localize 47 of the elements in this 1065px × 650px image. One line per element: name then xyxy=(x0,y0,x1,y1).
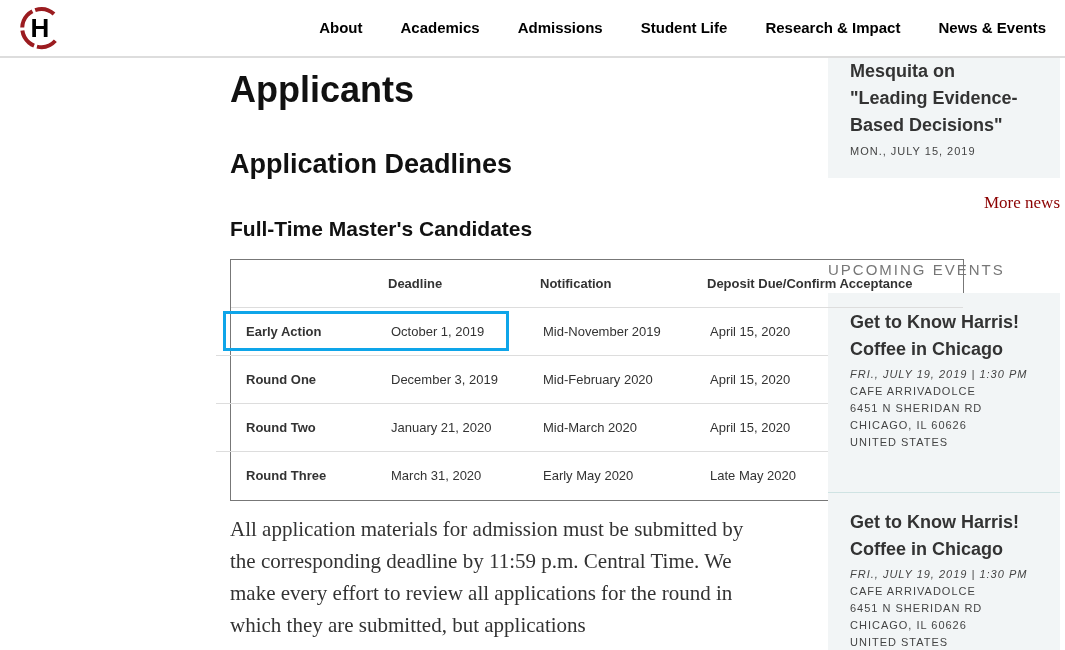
table-cell-text: Mid-February 2020 xyxy=(543,370,654,389)
column-header: Deadline xyxy=(388,274,443,293)
nav-link[interactable]: About xyxy=(319,16,363,40)
nav-link[interactable]: Academics xyxy=(400,16,480,40)
event-address-line: UNITED STATES xyxy=(850,434,949,450)
event-address-line: CAFE ARRIVADOLCE xyxy=(850,383,976,399)
table-cell-text: April 15, 2020 xyxy=(710,370,791,389)
table-cell-text: Mid-November 2019 xyxy=(543,322,662,341)
table-cell-text: Early Action xyxy=(245,322,323,341)
event-title: Get to Know Harris! Coffee in Chicago xyxy=(850,510,1020,561)
table-cell-text: Round Two xyxy=(245,418,317,437)
event-address-line: 6451 N SHERIDAN RD xyxy=(850,400,983,416)
nav-link[interactable]: Research & Impact xyxy=(765,16,901,40)
event-address-line: CHICAGO, IL 60626 xyxy=(850,417,967,433)
event-address-line: CAFE ARRIVADOLCE xyxy=(850,583,976,599)
nav-link[interactable]: Admissions xyxy=(517,16,603,40)
column-header: Notification xyxy=(540,274,612,293)
table-cell-text: October 1, 2019 xyxy=(391,322,486,341)
table-cell-text: Mid-March 2020 xyxy=(543,418,638,437)
more-news-link[interactable]: More news xyxy=(984,190,1060,216)
table-cell-text: April 15, 2020 xyxy=(710,322,791,341)
nav-link[interactable]: Student Life xyxy=(640,16,728,40)
nav-link[interactable]: News & Events xyxy=(938,16,1046,40)
page-title: Applicants xyxy=(230,68,415,112)
event-card[interactable]: Get to Know Harris! Coffee in Chicago FRI., JULY 19, 2019 | 1:30 PM CAFE ARRIVADOLCE 6451 N SHERIDAN RD CHICAGO, IL 60626 UNITED STATES xyxy=(828,491,1060,650)
table-cell-text: March 31, 2020 xyxy=(391,467,483,486)
event-time: FRI., JULY 19, 2019 | 1:30 PM xyxy=(850,366,1028,382)
body-paragraph: All application materials for admission must be submitted by the corresponding deadline by 11:59 p.m. Central Time. We make every effort to review all applications for the round in which they are submitted, but applications xyxy=(230,516,745,639)
event-address-line: UNITED STATES xyxy=(850,634,949,650)
table-cell-text: January 21, 2020 xyxy=(391,418,493,437)
event-time: FRI., JULY 19, 2019 | 1:30 PM xyxy=(850,566,1028,582)
news-card[interactable]: Mesquita on "Leading Evidence-Based Decisions" MON., JULY 15, 2019 xyxy=(828,58,1060,178)
subsection-title: Full-Time Master's Candidates xyxy=(230,216,533,242)
table-cell-text: Round Three xyxy=(245,467,328,486)
news-title: Mesquita on "Leading Evidence-Based Decisions" xyxy=(850,60,1019,137)
section-title: Application Deadlines xyxy=(230,148,513,181)
event-address-line: 6451 N SHERIDAN RD xyxy=(850,600,983,616)
news-date: MON., JULY 15, 2019 xyxy=(850,144,976,159)
column-header: Deposit Due/Confirm Acceptance xyxy=(707,275,913,293)
table-cell-text: April 15, 2020 xyxy=(710,418,791,437)
table-cell-text: Early May 2020 xyxy=(543,467,635,486)
table-cell-text: Round One xyxy=(245,370,318,389)
table-cell-text: December 3, 2019 xyxy=(391,370,499,389)
table-cell-text: Late May 2020 xyxy=(710,467,796,486)
event-title: Get to Know Harris! Coffee in Chicago xyxy=(850,310,1020,361)
event-address-line: CHICAGO, IL 60626 xyxy=(850,617,967,633)
event-card[interactable]: Get to Know Harris! Coffee in Chicago FRI., JULY 19, 2019 | 1:30 PM CAFE ARRIVADOLCE 6451 N SHERIDAN RD CHICAGO, IL 60626 UNITED STATES xyxy=(828,292,1060,492)
